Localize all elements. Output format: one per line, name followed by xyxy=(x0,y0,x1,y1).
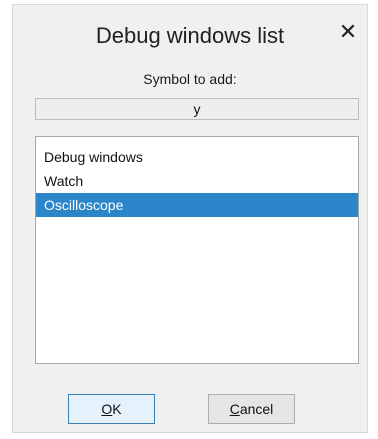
ok-button-mnemonic: O xyxy=(101,401,113,417)
symbol-field: y xyxy=(35,98,359,120)
list-item-debug-windows[interactable]: Debug windows xyxy=(36,145,358,169)
debug-windows-dialog: Debug windows list ✕ Symbol to add: y De… xyxy=(12,4,368,433)
cancel-button-mnemonic: C xyxy=(229,401,240,417)
ok-button-label: K xyxy=(112,401,122,417)
close-icon[interactable]: ✕ xyxy=(337,21,359,43)
ok-button[interactable]: OK xyxy=(68,394,155,424)
debug-windows-listbox[interactable]: Debug windows Watch Oscilloscope xyxy=(35,136,359,364)
cancel-button-label: ancel xyxy=(239,401,274,417)
dialog-title: Debug windows list xyxy=(95,23,285,48)
list-item-watch[interactable]: Watch xyxy=(36,169,358,193)
symbol-to-add-label: Symbol to add: xyxy=(143,71,237,87)
cancel-button[interactable]: Cancel xyxy=(208,394,295,424)
list-item-oscilloscope[interactable]: Oscilloscope xyxy=(36,193,358,217)
